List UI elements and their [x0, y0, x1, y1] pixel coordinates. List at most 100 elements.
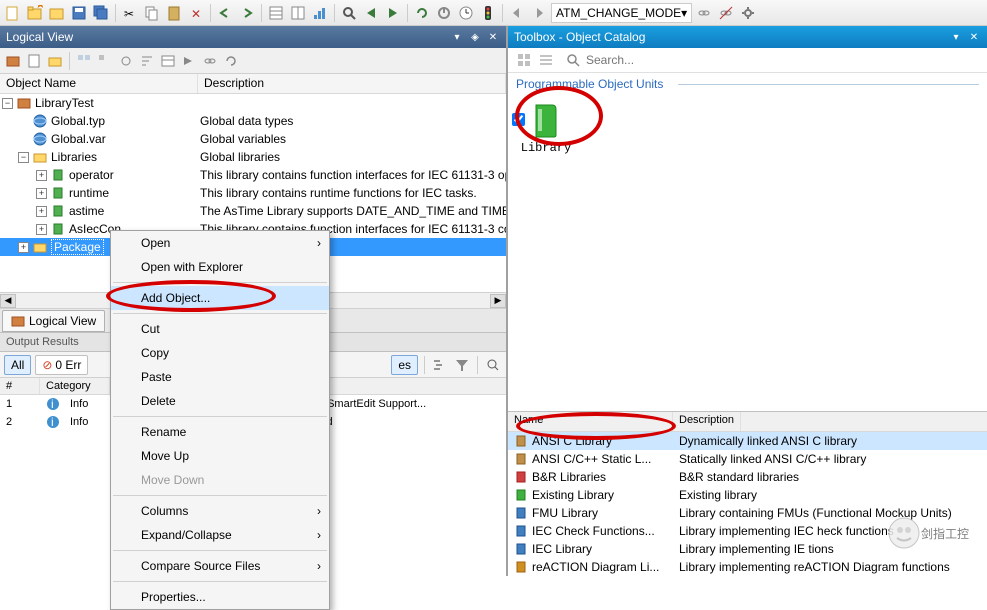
box-icon[interactable] — [4, 52, 22, 70]
indent-icon[interactable] — [431, 356, 449, 374]
cut-icon[interactable]: ✂ — [120, 3, 140, 23]
expand-icon[interactable]: + — [36, 206, 47, 217]
filter2-icon[interactable] — [96, 52, 114, 70]
list-item[interactable]: reACTION Diagram Li...Library implementi… — [508, 558, 987, 576]
ctx-columns[interactable]: Columns — [111, 499, 329, 523]
find-prev-icon[interactable] — [361, 3, 381, 23]
filter-funnel-icon[interactable] — [453, 356, 471, 374]
tree-node-operator[interactable]: +operatorThis library contains function … — [0, 166, 506, 184]
ctx-cut[interactable]: Cut — [111, 317, 329, 341]
ctx-delete[interactable]: Delete — [111, 389, 329, 413]
search-input[interactable] — [586, 53, 979, 67]
new-project-icon[interactable]: ★ — [25, 3, 45, 23]
settings-icon[interactable] — [738, 3, 758, 23]
separator — [477, 356, 478, 374]
tree-node-astime[interactable]: +astimeThe AsTime Library supports DATE_… — [0, 202, 506, 220]
folder-sm-icon[interactable] — [46, 52, 64, 70]
power-icon[interactable] — [434, 3, 454, 23]
chip-es[interactable]: es — [391, 355, 418, 375]
panel-close-icon[interactable]: ✕ — [486, 30, 500, 44]
col-num[interactable]: # — [0, 378, 40, 394]
redo-icon[interactable] — [237, 3, 257, 23]
expand-icon[interactable]: + — [18, 242, 29, 253]
undo-icon[interactable] — [215, 3, 235, 23]
chip-errors[interactable]: ⊘0 Err — [35, 355, 88, 375]
link-sm-icon[interactable] — [201, 52, 219, 70]
collapse-icon[interactable]: − — [18, 152, 29, 163]
catalog-item-library[interactable]: Library — [516, 103, 576, 155]
filter3-icon[interactable] — [117, 52, 135, 70]
link1-icon[interactable] — [694, 3, 714, 23]
ctx-copy[interactable]: Copy — [111, 341, 329, 365]
filter1-icon[interactable] — [75, 52, 93, 70]
panel-dropdown-icon[interactable]: ▾ — [949, 30, 963, 44]
chart-icon[interactable] — [310, 3, 330, 23]
nav-back-icon[interactable] — [507, 3, 527, 23]
scroll-left-icon[interactable]: ◀ — [0, 294, 16, 308]
ctx-open-explorer[interactable]: Open with Explorer — [111, 255, 329, 279]
tree-desc: The AsTime Library supports DATE_AND_TIM… — [200, 204, 506, 218]
ctx-add-object[interactable]: Add Object... — [111, 286, 329, 310]
link2-icon[interactable] — [716, 3, 736, 23]
search-sm-icon[interactable] — [484, 356, 502, 374]
props-icon[interactable] — [159, 52, 177, 70]
grid2-icon[interactable] — [288, 3, 308, 23]
ctx-open[interactable]: Open — [111, 231, 329, 255]
expand-icon[interactable]: + — [36, 170, 47, 181]
traffic-light-icon[interactable] — [478, 3, 498, 23]
col-description[interactable]: Description — [198, 74, 506, 93]
copy-icon[interactable] — [142, 3, 162, 23]
paste-icon[interactable] — [164, 3, 184, 23]
col-category[interactable]: Category — [40, 378, 110, 394]
tree-node-globalvar[interactable]: Global.varGlobal variables — [0, 130, 506, 148]
list-item[interactable]: B&R LibrariesB&R standard libraries — [508, 468, 987, 486]
ctx-move-up[interactable]: Move Up — [111, 444, 329, 468]
panel-dropdown-icon[interactable]: ▾ — [450, 30, 464, 44]
col-object-name[interactable]: Object Name — [0, 74, 198, 93]
right-column: Toolbox - Object Catalog ▾ ✕ Programmabl… — [508, 26, 987, 576]
col-name[interactable]: Name — [508, 412, 673, 431]
chip-label: All — [11, 358, 24, 372]
ctx-rename[interactable]: Rename — [111, 420, 329, 444]
tree-node-globaltyp[interactable]: Global.typGlobal data types — [0, 112, 506, 130]
scroll-right-icon[interactable]: ▶ — [490, 294, 506, 308]
ctx-expand-collapse[interactable]: Expand/Collapse — [111, 523, 329, 547]
new-file-icon[interactable] — [3, 3, 23, 23]
mode-dropdown[interactable]: ATM_CHANGE_MODE▾ — [551, 3, 692, 23]
collapse-icon[interactable]: − — [2, 98, 13, 109]
panel-close-icon[interactable]: ✕ — [967, 30, 981, 44]
delete-icon[interactable]: ✕ — [186, 3, 206, 23]
save-icon[interactable] — [69, 3, 89, 23]
chip-all[interactable]: All — [4, 355, 31, 375]
find-icon[interactable] — [339, 3, 359, 23]
col-desc[interactable]: Description — [673, 412, 741, 431]
goto-icon[interactable] — [180, 52, 198, 70]
list-item[interactable]: Existing LibraryExisting library — [508, 486, 987, 504]
tree-node-libraries[interactable]: −LibrariesGlobal libraries — [0, 148, 506, 166]
list-item[interactable]: ANSI C/C++ Static L...Statically linked … — [508, 450, 987, 468]
reload-icon[interactable] — [222, 52, 240, 70]
refresh-icon[interactable] — [412, 3, 432, 23]
tree-root[interactable]: −LibraryTest — [0, 94, 506, 112]
list-item[interactable]: ANSI C LibraryDynamically linked ANSI C … — [508, 432, 987, 450]
open-folder-icon[interactable] — [47, 3, 67, 23]
list-icon[interactable] — [538, 52, 554, 68]
ctx-paste[interactable]: Paste — [111, 365, 329, 389]
grid1-icon[interactable] — [266, 3, 286, 23]
expand-icon[interactable]: + — [36, 224, 47, 235]
tab-logical-view[interactable]: Logical View — [2, 310, 105, 332]
save-all-icon[interactable] — [91, 3, 111, 23]
separator — [113, 495, 327, 496]
ctx-compare[interactable]: Compare Source Files — [111, 554, 329, 578]
library-checkbox[interactable] — [512, 113, 525, 126]
expand-icon[interactable]: + — [36, 188, 47, 199]
nav-fwd-icon[interactable] — [529, 3, 549, 23]
clock-icon[interactable] — [456, 3, 476, 23]
catalog-icon[interactable] — [516, 52, 532, 68]
tree-node-runtime[interactable]: +runtimeThis library contains runtime fu… — [0, 184, 506, 202]
sort-icon[interactable] — [138, 52, 156, 70]
page-icon[interactable] — [25, 52, 43, 70]
ctx-properties[interactable]: Properties... — [111, 585, 329, 609]
panel-pin-icon[interactable]: ◈ — [468, 30, 482, 44]
find-next-icon[interactable] — [383, 3, 403, 23]
